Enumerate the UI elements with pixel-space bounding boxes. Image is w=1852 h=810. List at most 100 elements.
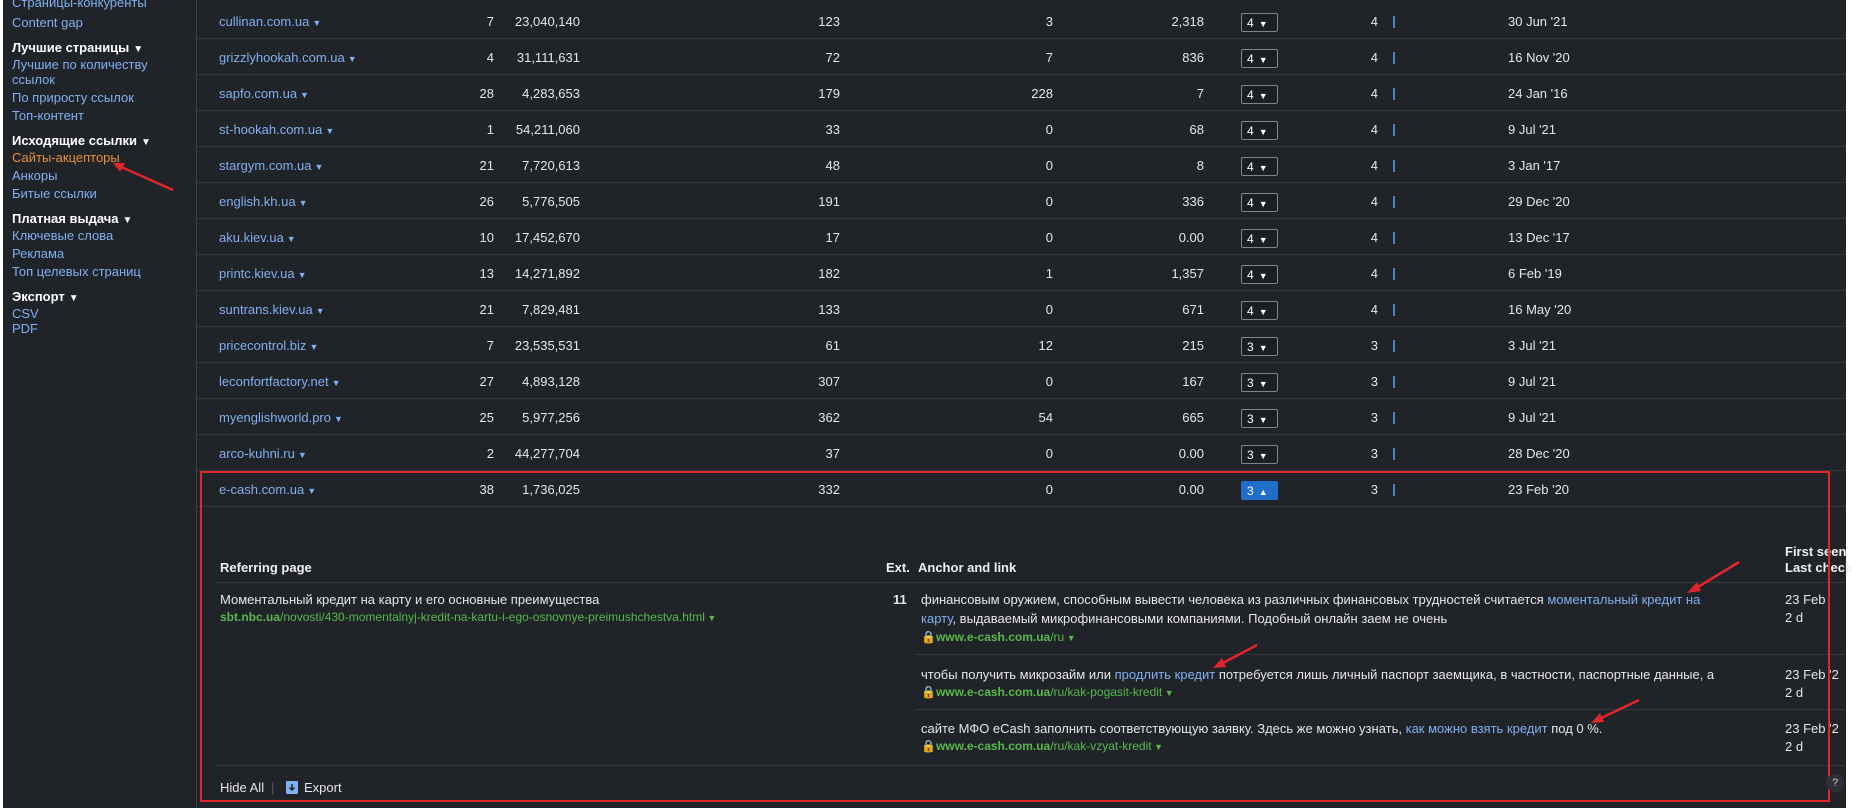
export-button[interactable]: Export <box>286 778 342 797</box>
domain-link[interactable]: aku.kiev.ua ▼ <box>219 218 296 254</box>
section-title: Экспорт <box>12 289 65 304</box>
table-row[interactable]: stargym.com.ua ▼ 21 7,720,613 48 0 8 4 ▼ 4 3 Jan '… <box>197 146 1846 183</box>
caret-down-icon[interactable]: ▼ <box>299 198 308 208</box>
table-row[interactable]: grizzlyhookah.com.ua ▼ 4 31,111,631 72 7 836 4 ▼… <box>197 38 1846 75</box>
anchor-link[interactable]: как можно взять кредит <box>1406 721 1548 736</box>
count-dropdown[interactable]: 4 ▼ <box>1241 265 1278 284</box>
column-header-first-seen[interactable]: First seen <box>1785 544 1846 559</box>
table-row[interactable]: myenglishworld.pro ▼ 25 5,977,256 362 54 665 3 ▼… <box>197 398 1846 435</box>
anchor-link[interactable]: продлить кредит <box>1115 667 1216 682</box>
sidebar-section-outgoing[interactable]: Исходящие ссылки ▼ <box>12 133 151 148</box>
anchor-target-url-2[interactable]: 🔒www.e-cash.com.ua/ru/kak-pogasit-kredit… <box>921 683 1174 703</box>
column-header-last-check[interactable]: Last check <box>1785 560 1852 575</box>
column-header-anchor[interactable]: Anchor and link <box>918 560 1016 575</box>
sidebar-item-top-landing-pages[interactable]: Топ целевых страниц <box>12 263 141 281</box>
count-dropdown[interactable]: 4 ▼ <box>1241 229 1278 248</box>
table-row[interactable]: pricecontrol.biz ▼ 7 23,535,531 61 12 215 3 ▼ 3 3 … <box>197 326 1846 363</box>
anchor-context-1: финансовым оружием, способным вывести че… <box>921 590 1721 628</box>
column-header-ext[interactable]: Ext. <box>886 560 910 575</box>
anchor-target-url-1[interactable]: 🔒www.e-cash.com.ua/ru ▼ <box>921 628 1076 648</box>
domain-link[interactable]: sapfo.com.ua ▼ <box>219 74 309 110</box>
sidebar-section-paid[interactable]: Платная выдача ▼ <box>12 211 132 226</box>
table-row[interactable]: printc.kiev.ua ▼ 13 14,271,892 182 1 1,357 4 ▼ 4 6… <box>197 254 1846 291</box>
caret-down-icon[interactable]: ▼ <box>1064 633 1076 643</box>
count-dropdown[interactable]: 3 ▼ <box>1241 409 1278 428</box>
mini-bar <box>1393 448 1395 460</box>
sidebar-item-top-content[interactable]: Топ-контент <box>12 107 84 125</box>
domain-text: grizzlyhookah.com.ua <box>219 50 345 65</box>
caret-down-icon[interactable]: ▼ <box>1162 688 1174 698</box>
domain-link[interactable]: st-hookah.com.ua ▼ <box>219 110 334 146</box>
hide-all-button[interactable]: Hide All <box>220 778 264 797</box>
count-dropdown[interactable]: 4 ▼ <box>1241 301 1278 320</box>
domain-link[interactable]: myenglishworld.pro ▼ <box>219 398 343 434</box>
domain-link[interactable]: arco-kuhni.ru ▼ <box>219 434 307 470</box>
sidebar-item-keywords[interactable]: Ключевые слова <box>12 227 113 245</box>
sidebar-item-ads[interactable]: Реклама <box>12 245 64 263</box>
table-row[interactable]: arco-kuhni.ru ▼ 2 44,277,704 37 0 0.00 3 ▼ 3 28 De… <box>197 434 1846 471</box>
referring-page-url[interactable]: sbt.nbc.ua/novosti/430-momentalnyj-kredi… <box>220 608 716 628</box>
count-dropdown[interactable]: 4 ▼ <box>1241 13 1278 32</box>
table-row[interactable]: st-hookah.com.ua ▼ 1 54,211,060 33 0 68 4 ▼ 4 9 Ju… <box>197 110 1846 147</box>
count-dropdown[interactable]: 4 ▼ <box>1241 157 1278 176</box>
table-row[interactable]: cullinan.com.ua ▼ 7 23,040,140 123 3 2,318 4 ▼ 4 3… <box>197 2 1846 39</box>
table-row[interactable]: aku.kiev.ua ▼ 10 17,452,670 17 0 0.00 4 ▼ 4 13 Dec… <box>197 218 1846 255</box>
caret-down-icon[interactable]: ▼ <box>334 414 343 424</box>
domain-link[interactable]: english.kh.ua ▼ <box>219 182 308 218</box>
caret-down-icon[interactable]: ▼ <box>1152 742 1163 752</box>
sidebar-item-content-gap[interactable]: Content gap <box>12 14 83 32</box>
caret-down-icon[interactable]: ▼ <box>287 234 296 244</box>
cell-value: 4 <box>1370 302 1378 317</box>
domain-link[interactable]: suntrans.kiev.ua ▼ <box>219 290 325 326</box>
table-row[interactable]: english.kh.ua ▼ 26 5,776,505 191 0 336 4 ▼ 4 29 De… <box>197 182 1846 219</box>
sidebar-item-link-growth[interactable]: По приросту ссылок <box>12 89 134 107</box>
caret-down-icon[interactable]: ▼ <box>348 54 357 64</box>
count-dropdown[interactable]: 4 ▼ <box>1241 193 1278 212</box>
domain-link[interactable]: leconfortfactory.net ▼ <box>219 362 341 398</box>
help-icon[interactable]: ? <box>1826 774 1844 792</box>
anchor-link[interactable]: моментальный кредит на <box>1547 592 1700 607</box>
caret-down-icon[interactable]: ▼ <box>300 90 309 100</box>
caret-down-icon[interactable]: ▼ <box>316 306 325 316</box>
anchor-target-url-3[interactable]: 🔒www.e-cash.com.ua/ru/kak-vzyat-kredit ▼ <box>921 737 1163 757</box>
anchor-link-continued[interactable]: карту <box>921 611 952 626</box>
domain-link[interactable]: stargym.com.ua ▼ <box>219 146 323 182</box>
caret-down-icon: ▼ <box>1258 55 1268 65</box>
mini-bar <box>1393 196 1395 208</box>
domain-link[interactable]: cullinan.com.ua ▼ <box>219 2 321 38</box>
caret-down-icon[interactable]: ▼ <box>312 18 321 28</box>
count-dropdown[interactable]: 4 ▼ <box>1241 85 1278 104</box>
sidebar-item-anchors[interactable]: Анкоры <box>12 167 58 185</box>
sidebar-item-linked-domains[interactable]: Сайты-акцепторы <box>12 149 120 167</box>
sidebar-item-pdf[interactable]: PDF <box>12 320 38 338</box>
domain-text: printc.kiev.ua <box>219 266 295 281</box>
sidebar-section-export[interactable]: Экспорт ▼ <box>12 289 79 304</box>
cell-value: 3 <box>1370 446 1378 461</box>
column-header-referring-page[interactable]: Referring page <box>220 560 312 575</box>
caret-down-icon[interactable]: ▼ <box>705 613 716 623</box>
domain-link[interactable]: pricecontrol.biz ▼ <box>219 326 318 362</box>
table-row[interactable]: sapfo.com.ua ▼ 28 4,283,653 179 228 7 4 ▼ 4 24 Jan… <box>197 74 1846 111</box>
count-dropdown[interactable]: 3 ▼ <box>1241 445 1278 464</box>
caret-down-icon[interactable]: ▼ <box>325 126 334 136</box>
count-dropdown[interactable]: 4 ▼ <box>1241 121 1278 140</box>
caret-down-icon[interactable]: ▼ <box>309 342 318 352</box>
count-dropdown[interactable]: 3 ▼ <box>1241 373 1278 392</box>
table-row[interactable]: leconfortfactory.net ▼ 27 4,893,128 307 0 167 3… <box>197 362 1846 399</box>
domain-link[interactable]: printc.kiev.ua ▼ <box>219 254 307 290</box>
sidebar-section-best-pages[interactable]: Лучшие страницы ▼ <box>12 40 143 55</box>
caret-down-icon[interactable]: ▼ <box>332 378 341 388</box>
referring-page-title-link[interactable]: Моментальный кредит на карту и его основ… <box>220 590 599 609</box>
table-row[interactable]: suntrans.kiev.ua ▼ 21 7,829,481 133 0 671 4 ▼ 4 16… <box>197 290 1846 327</box>
caret-down-icon[interactable]: ▼ <box>298 270 307 280</box>
domain-link[interactable]: grizzlyhookah.com.ua ▼ <box>219 38 357 74</box>
sidebar-item-broken-links[interactable]: Битые ссылки <box>12 185 97 203</box>
sidebar-item-best-by-links-line2[interactable]: ссылок <box>12 71 55 89</box>
caret-down-icon[interactable]: ▼ <box>298 450 307 460</box>
sidebar-item-competitor-pages[interactable]: Страницы-конкуренты <box>12 0 147 12</box>
caret-down-icon[interactable]: ▼ <box>314 162 323 172</box>
cell-value: 0.00 <box>1178 446 1204 461</box>
count-dropdown[interactable]: 4 ▼ <box>1241 49 1278 68</box>
first-seen-date-2: 23 Feb '2 <box>1785 667 1839 682</box>
count-dropdown[interactable]: 3 ▼ <box>1241 337 1278 356</box>
